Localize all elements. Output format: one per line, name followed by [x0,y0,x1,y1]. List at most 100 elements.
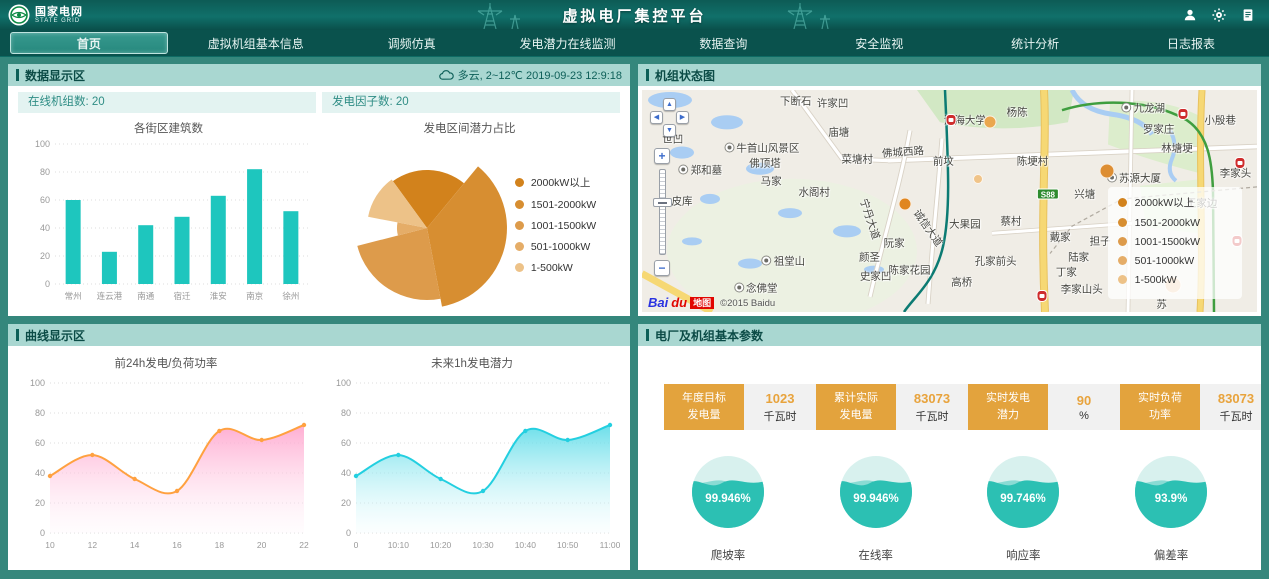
map-pan-up-button[interactable]: ▲ [663,98,676,111]
legend-label: 2000kW以上 [1135,195,1195,210]
svg-text:16: 16 [172,540,182,550]
poi-icon [762,255,772,265]
line-chart-title: 前24h发电/负荷功率 [115,355,218,371]
map-zoom-in-button[interactable]: + [654,148,670,164]
stat-card-value: 83073 [1218,391,1254,406]
gear-icon[interactable] [1212,8,1226,22]
svg-text:100: 100 [336,378,351,388]
panel-accent-bar [16,329,19,341]
nav-tab-7[interactable]: 日志报表 [1113,30,1269,56]
line-chart-title: 未来1h发电潜力 [431,355,513,371]
stat-card-label: 年度目标发电量 [664,384,744,430]
map-pan-right-button[interactable]: ▶ [676,111,689,124]
svg-text:40: 40 [39,223,49,233]
poi-icon [679,164,689,174]
legend-dot [515,263,524,272]
baidu-logo: Bai [648,296,668,309]
panel-title: 电厂及机组基本参数 [655,327,763,344]
legend-dot [515,178,524,187]
stat-card-0: 年度目标发电量1023千瓦时 [664,384,816,430]
station-marker[interactable] [1178,108,1189,120]
panel-title: 数据显示区 [25,67,85,84]
pie-legend: 2000kW以上1501-2000kW1001-1500kW501-1000kW… [515,166,596,283]
gauge-label: 响应率 [973,547,1073,563]
svg-text:10:40: 10:40 [515,540,537,550]
station-marker[interactable] [1036,290,1047,302]
legend-dot [1118,218,1127,227]
nav-tab-6[interactable]: 统计分析 [957,30,1113,56]
gauge-label: 在线率 [826,547,926,563]
svg-text:连云港: 连云港 [96,291,122,301]
svg-text:100: 100 [30,378,45,388]
svg-text:18: 18 [215,540,225,550]
svg-text:10:30: 10:30 [472,540,494,550]
liquid-gauges: 99.946%爬坡率99.946%在线率99.746%响应率93.9%偏差率 [664,454,1235,563]
unit-marker[interactable] [984,116,997,129]
panel-accent-bar [16,69,19,81]
svg-text:14: 14 [130,540,140,550]
stat-card-value-box: 83073 千瓦时 [896,384,968,430]
map-label: 水阁村 [798,185,830,200]
map-label: 许家凹 [817,96,849,111]
map-label: 小殷巷 [1204,112,1236,127]
pie-chart-title: 发电区间潜力占比 [424,120,516,136]
line-chart-block-next1h: 未来1h发电潜力 020406080100010:1010:2010:3010:… [322,348,622,570]
map-zoom-slider[interactable] [659,169,666,255]
svg-text:20: 20 [35,498,45,508]
map-label: 兴塘 [1074,187,1095,202]
map-copyright: ©2015 Baidu [720,298,775,309]
svg-text:南通: 南通 [137,291,155,301]
map-pan-left-button[interactable]: ◀ [650,111,663,124]
unit-marker[interactable] [899,198,912,211]
stat-card-unit: 千瓦时 [916,408,949,424]
panel-header: 机组状态图 [638,64,1261,86]
legend-label: 1501-2000kW [531,199,596,211]
panel-title: 机组状态图 [655,67,715,84]
svg-text:99.946%: 99.946% [853,493,898,505]
svg-text:20: 20 [257,540,267,550]
map-label: 林塘埂 [1161,140,1193,155]
map-legend-item: 501-1000kW [1118,255,1232,267]
stat-card-value-box: 1023千瓦时 [744,384,816,430]
map-label: 丁家 [1056,265,1077,280]
stat-card-3: 实时负荷功率83073千瓦时 [1120,384,1261,430]
station-marker[interactable] [945,114,956,126]
map-legend-item: 1501-2000kW [1118,217,1232,229]
map-label: 孔家前头 [975,253,1017,268]
gauge-3: 93.9%偏差率 [1121,454,1221,563]
svg-text:常州: 常州 [64,291,81,301]
user-icon[interactable] [1183,8,1197,22]
baidu-map[interactable]: 下断石许家凹庙塘牛首山风景区佛顶塔郑和墓马家水阁村菜塘村佛城西路前坟宁丹大道诚信… [642,90,1257,312]
map-pan-down-button[interactable]: ▼ [663,124,676,137]
map-label: 史家凹 [860,269,892,284]
past24h-area-chart: 02040608010010121416182022 [16,371,316,557]
app-header: 国家电网 STATE GRID 虚拟电厂集控平台 [0,0,1269,30]
map-label: 李家山头 [1061,281,1103,296]
map-zoom-handle[interactable] [653,198,672,207]
panel-plant-parameters: 电厂及机组基本参数 年度目标发电量1023千瓦时累计实际发电量83073千瓦时实… [638,324,1261,570]
online-units-stat: 在线机组数: 20 [18,92,316,113]
nav-tab-1[interactable]: 虚拟机组基本信息 [178,30,334,56]
legend-dot [515,221,524,230]
map-legend-item: 1-500kW [1118,274,1232,286]
road-badge-s88: S88 [1037,189,1059,200]
map-label: 苏源大厦 [1107,170,1161,185]
stat-card-unit: 千瓦时 [1220,408,1253,424]
buildings-bar-chart: 020406080100常州连云港南通宿迁淮安南京徐州 [19,136,319,308]
map-label: 杨陈 [1007,105,1028,120]
stat-card-value-box: 90% [1048,384,1120,430]
unit-marker[interactable] [973,174,983,184]
stat-cards: 年度目标发电量1023千瓦时累计实际发电量83073千瓦时实时发电潜力90%实时… [664,384,1235,430]
liquid-gauge: 99.746% [985,454,1061,530]
map-label: 戴家 [1050,229,1071,244]
panel-header: 数据显示区 多云, 2~12℃ 2019-09-23 12:9:18 [8,64,630,86]
station-marker[interactable] [1235,157,1246,169]
map-zoom-out-button[interactable]: − [654,260,670,276]
baidu-logo: du [671,296,687,309]
unit-marker[interactable] [1099,163,1114,178]
stat-card-value: 83073 [914,391,950,406]
nav-tab-0[interactable]: 首页 [10,32,168,54]
report-icon[interactable] [1241,8,1255,22]
svg-text:100: 100 [34,139,49,149]
cloud-icon [439,69,454,81]
